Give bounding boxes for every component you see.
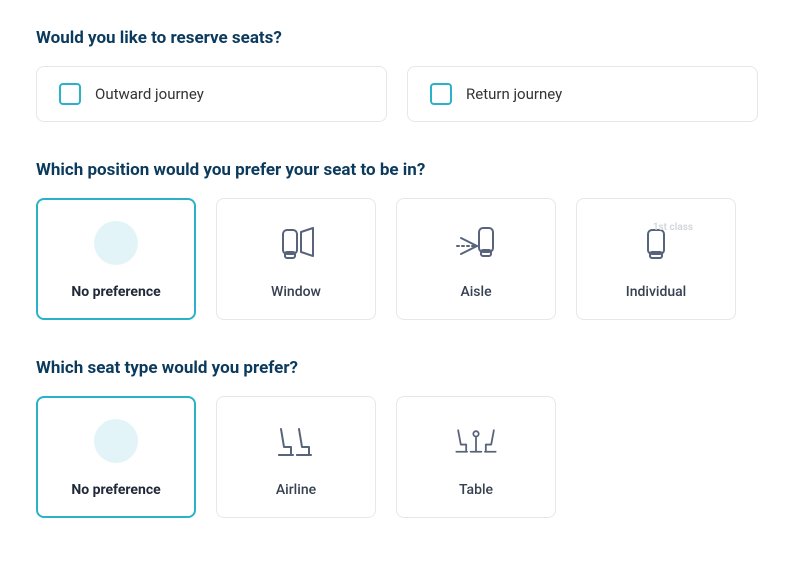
option-label: No preference [71, 482, 160, 498]
option-label: No preference [71, 284, 160, 300]
return-journey-checkbox[interactable]: Return journey [407, 66, 758, 122]
seat-position-title: Which position would you prefer your sea… [36, 160, 758, 180]
option-label: Airline [276, 482, 316, 498]
seat-position-window[interactable]: Window [216, 198, 376, 320]
first-class-badge: 1st class [653, 222, 693, 233]
seat-type-title: Which seat type would you prefer? [36, 358, 758, 378]
no-preference-icon [91, 416, 141, 466]
individual-seat-icon: 1st class [631, 218, 681, 268]
no-preference-icon [91, 218, 141, 268]
outward-journey-checkbox[interactable]: Outward journey [36, 66, 387, 122]
airline-seat-icon [271, 416, 321, 466]
reserve-seats-title: Would you like to reserve seats? [36, 28, 758, 48]
reserve-seats-section: Would you like to reserve seats? Outward… [36, 28, 758, 122]
table-seat-icon [451, 416, 501, 466]
seat-type-options: No preference Airline [36, 396, 758, 518]
option-label: Table [459, 482, 493, 498]
seat-position-options: No preference Window [36, 198, 758, 320]
option-label: Aisle [460, 284, 491, 300]
seat-type-table[interactable]: Table [396, 396, 556, 518]
checkbox-icon [59, 83, 81, 105]
aisle-seat-icon [451, 218, 501, 268]
return-journey-label: Return journey [466, 85, 562, 103]
window-seat-icon [271, 218, 321, 268]
seat-type-no-preference[interactable]: No preference [36, 396, 196, 518]
option-label: Individual [626, 284, 687, 300]
checkbox-icon [430, 83, 452, 105]
seat-position-aisle[interactable]: Aisle [396, 198, 556, 320]
seat-position-no-preference[interactable]: No preference [36, 198, 196, 320]
seat-type-airline[interactable]: Airline [216, 396, 376, 518]
seat-position-section: Which position would you prefer your sea… [36, 160, 758, 320]
seat-type-section: Which seat type would you prefer? No pre… [36, 358, 758, 518]
reserve-seats-options: Outward journey Return journey [36, 66, 758, 122]
outward-journey-label: Outward journey [95, 85, 204, 103]
seat-position-individual[interactable]: 1st class Individual [576, 198, 736, 320]
option-label: Window [271, 284, 321, 300]
